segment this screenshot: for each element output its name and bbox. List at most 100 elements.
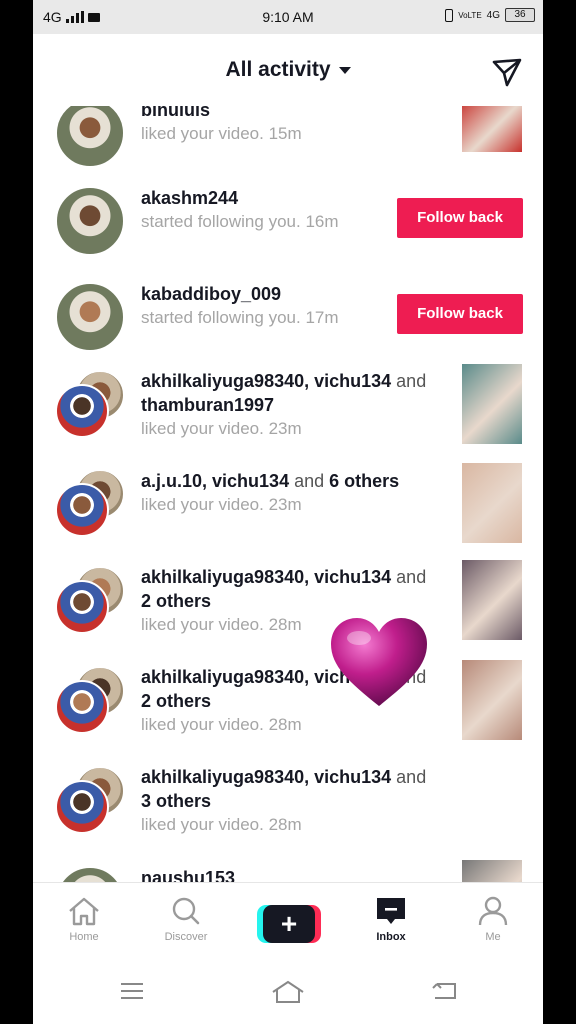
activity-users[interactable]: binuluis [141, 106, 441, 122]
other-users[interactable]: thamburan1997 [141, 393, 274, 417]
battery-icon: 36 [505, 8, 535, 22]
status-bar: 4G 9:10 AM VoLTE 4G 36 [33, 0, 543, 34]
avatar-photo [55, 106, 125, 168]
other-users[interactable]: 2 others [141, 589, 211, 613]
activity-users[interactable]: akhilkaliyuga98340, vichu134 and thambur… [141, 369, 441, 417]
username[interactable]: akhilkaliyuga98340, vichu134 [141, 371, 391, 391]
username[interactable]: akhilkaliyuga98340, vichu134 [141, 767, 391, 787]
activity-users[interactable]: akhilkaliyuga98340, vichu134 and 3 other… [141, 765, 441, 813]
avatar[interactable] [55, 666, 125, 736]
and-conjunction: and [396, 371, 427, 391]
avatar-front [55, 483, 109, 537]
direct-message-icon[interactable] [491, 56, 523, 88]
activity-item[interactable]: naushu153 [33, 860, 543, 882]
tab-home[interactable]: Home [39, 895, 129, 943]
timestamp: 17m [305, 308, 339, 327]
plus-icon: + [263, 905, 315, 943]
avatar[interactable] [55, 370, 125, 440]
activity-list[interactable]: binuluis liked your video. 15m akashm244 st… [33, 106, 543, 882]
video-thumbnail[interactable] [462, 560, 522, 640]
activity-item[interactable]: akashm244 started following you. 16m Follo… [33, 186, 543, 282]
message-text: liked your video. [141, 419, 264, 438]
floating-heart-icon [331, 618, 427, 706]
activity-text: akashm244 started following you. 16m [141, 186, 441, 234]
other-users[interactable]: 6 others [329, 471, 399, 491]
avatar[interactable] [55, 106, 125, 168]
and-conjunction: and [396, 567, 427, 587]
activity-text: naushu153 [141, 866, 441, 882]
and-conjunction: and [294, 471, 325, 491]
username[interactable]: akhilkaliyuga98340, vichu134 [141, 567, 391, 587]
menu-icon[interactable] [119, 980, 145, 1002]
activity-header: All activity [33, 34, 543, 106]
avatar[interactable] [55, 766, 125, 836]
tab-discover-label: Discover [164, 931, 208, 943]
message-text: liked your video. [141, 124, 264, 143]
video-thumbnail[interactable] [462, 660, 522, 740]
phone-screen: 4G 9:10 AM VoLTE 4G 36 All activity binu… [33, 0, 543, 1024]
username[interactable]: kabaddiboy_009 [141, 284, 281, 304]
avatar[interactable] [55, 186, 125, 256]
avatar[interactable] [55, 282, 125, 352]
activity-users[interactable]: a.j.u.10, vichu134 and 6 others [141, 469, 441, 493]
activity-users[interactable]: akashm244 [141, 186, 441, 210]
home-icon [69, 897, 99, 926]
video-thumbnail[interactable] [462, 463, 522, 543]
caret-down-icon [338, 66, 351, 74]
vibrate-icon [445, 8, 454, 22]
tab-home-label: Home [69, 931, 99, 943]
tab-me[interactable]: Me [448, 895, 538, 943]
activity-message: liked your video. 23m [141, 417, 441, 441]
username[interactable]: naushu153 [141, 868, 235, 882]
message-text: started following you. [141, 308, 301, 327]
avatar[interactable] [55, 866, 125, 882]
avatar[interactable] [55, 469, 125, 539]
username[interactable]: akashm244 [141, 188, 238, 208]
activity-message: liked your video. 23m [141, 493, 441, 517]
activity-filter-dropdown[interactable]: All activity [33, 58, 543, 82]
message-text: liked your video. [141, 815, 264, 834]
status-right: VoLTE 4G 36 [445, 8, 535, 22]
username[interactable]: a.j.u.10, vichu134 [141, 471, 289, 491]
avatar-front [55, 384, 109, 438]
follow-back-button[interactable]: Follow back [397, 294, 523, 334]
timestamp: 16m [305, 212, 339, 231]
back-icon[interactable] [431, 980, 459, 1002]
timestamp: 28m [268, 815, 302, 834]
activity-item[interactable]: akhilkaliyuga98340, vichu134 and 2 other… [33, 560, 543, 662]
tab-discover[interactable]: Discover [141, 895, 231, 943]
other-users[interactable]: 3 others [141, 789, 211, 813]
activity-users[interactable]: akhilkaliyuga98340, vichu134 and 2 other… [141, 565, 441, 613]
activity-item[interactable]: a.j.u.10, vichu134 and 6 others liked you… [33, 463, 543, 565]
activity-users[interactable]: kabaddiboy_009 [141, 282, 441, 306]
activity-item[interactable]: akhilkaliyuga98340, vichu134 and 2 other… [33, 660, 543, 762]
tab-me-label: Me [485, 931, 501, 943]
create-video-button[interactable]: + [257, 905, 321, 943]
android-nav-bar [33, 954, 543, 1024]
activity-text: a.j.u.10, vichu134 and 6 others liked you… [141, 469, 441, 517]
inbox-icon [377, 898, 405, 924]
activity-message: started following you. 17m [141, 306, 441, 330]
page-title: All activity [225, 58, 331, 81]
activity-text: binuluis liked your video. 15m [141, 106, 441, 146]
activity-item[interactable]: akhilkaliyuga98340, vichu134 and 3 other… [33, 766, 543, 862]
username[interactable]: binuluis [141, 106, 210, 120]
video-thumbnail[interactable] [462, 364, 522, 444]
volte-label: VoLTE [458, 10, 482, 20]
network-right-label: 4G [486, 9, 500, 21]
timestamp: 23m [268, 495, 302, 514]
activity-item[interactable]: akhilkaliyuga98340, vichu134 and thambur… [33, 364, 543, 466]
avatar-front [55, 580, 109, 634]
follow-back-button[interactable]: Follow back [397, 198, 523, 238]
video-thumbnail[interactable] [462, 860, 522, 882]
other-users[interactable]: 2 others [141, 689, 211, 713]
activity-item[interactable]: binuluis liked your video. 15m [33, 106, 543, 194]
tab-inbox[interactable]: Inbox [346, 895, 436, 943]
activity-message: liked your video. 28m [141, 713, 441, 737]
activity-users[interactable]: naushu153 [141, 866, 441, 882]
message-text: liked your video. [141, 615, 264, 634]
avatar[interactable] [55, 566, 125, 636]
bottom-nav: Home Discover + Inbox Me [33, 882, 543, 954]
video-thumbnail[interactable] [462, 106, 522, 152]
home-key-icon[interactable] [271, 980, 305, 1004]
